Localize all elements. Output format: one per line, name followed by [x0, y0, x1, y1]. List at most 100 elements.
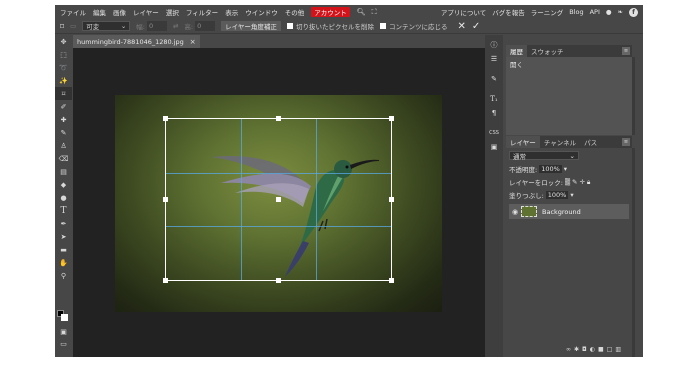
lock-transparency-icon[interactable]: ▒: [565, 178, 570, 186]
gradient-tool-icon[interactable]: ▤: [55, 165, 72, 178]
tab-paths[interactable]: パス: [580, 136, 601, 148]
crop-handle-l[interactable]: [163, 197, 168, 202]
history-scrollbar[interactable]: [632, 57, 635, 135]
menu-edit[interactable]: 編集: [93, 7, 106, 17]
swap-icon[interactable]: ⇄: [173, 22, 178, 30]
facebook-icon[interactable]: f: [629, 7, 638, 17]
menu-image[interactable]: 画像: [113, 7, 126, 17]
link-icon[interactable]: ∞: [566, 346, 571, 353]
opacity-input[interactable]: 100%: [539, 165, 562, 173]
crop-box[interactable]: [163, 116, 394, 283]
healing-tool-icon[interactable]: ✚: [55, 113, 72, 126]
height-field[interactable]: 高: 0: [184, 21, 216, 31]
properties-icon[interactable]: ☰: [485, 52, 503, 66]
tool-preset-icon[interactable]: ▭: [70, 22, 76, 30]
tab-channels[interactable]: チャンネル: [540, 136, 580, 148]
width-input[interactable]: 0: [146, 21, 167, 31]
menu-window[interactable]: ウインドウ: [245, 7, 278, 17]
stamp-tool-icon[interactable]: ♙: [55, 139, 72, 152]
lock-move-icon[interactable]: ✛: [579, 178, 584, 186]
menu-select[interactable]: 選択: [166, 7, 179, 17]
brush-tool-icon[interactable]: ✎: [55, 126, 72, 139]
paragraph-icon[interactable]: ¶: [485, 106, 503, 120]
blur-tool-icon[interactable]: ◆: [55, 178, 72, 191]
menu-file[interactable]: ファイル: [60, 7, 86, 17]
fill-input[interactable]: 100%: [545, 191, 569, 199]
css-icon[interactable]: CSS: [485, 126, 503, 140]
screen-mode-icon[interactable]: ▭: [55, 337, 72, 350]
effects-icon[interactable]: ✱: [574, 346, 579, 353]
dropdown-arrow-icon[interactable]: ▾: [564, 165, 567, 173]
checkbox-box[interactable]: [286, 23, 293, 29]
document-tab[interactable]: hummingbird-7881046_1280.jpg ×: [73, 35, 200, 48]
close-tab-icon[interactable]: ×: [190, 38, 196, 46]
zoom-tool-icon[interactable]: ⚲: [55, 269, 72, 282]
menu-filter[interactable]: フィルター: [186, 7, 218, 17]
crop-handle-b[interactable]: [276, 278, 281, 283]
account-button[interactable]: アカウント: [311, 7, 350, 17]
eraser-tool-icon[interactable]: ⌫: [55, 152, 72, 165]
pen-tool-icon[interactable]: ✒: [55, 217, 72, 230]
crop-handle-c[interactable]: [276, 197, 281, 202]
crop-handle-r[interactable]: [389, 197, 394, 202]
dodge-tool-icon[interactable]: ●: [55, 191, 72, 204]
menu-blog[interactable]: Blog: [569, 8, 583, 16]
fullscreen-icon[interactable]: ⛶: [372, 8, 377, 17]
character-icon[interactable]: T₁: [485, 92, 503, 106]
menu-learning[interactable]: ラーニング: [531, 7, 564, 17]
crop-handle-tr[interactable]: [389, 116, 394, 121]
twitter-icon[interactable]: ❧: [618, 8, 623, 16]
crop-mode-select[interactable]: 可変 ⌄: [82, 21, 131, 31]
layers-scrollbar[interactable]: [632, 148, 635, 357]
crop-handle-bl[interactable]: [163, 278, 168, 283]
trash-icon[interactable]: ▥: [615, 346, 621, 353]
move-tool-icon[interactable]: ✥: [55, 35, 72, 48]
tab-history[interactable]: 履歴: [506, 45, 527, 57]
menu-more[interactable]: その他: [285, 7, 305, 17]
content-aware-checkbox[interactable]: コンテンツに応じる: [379, 21, 447, 31]
width-field[interactable]: 幅: 0: [136, 21, 167, 31]
hand-tool-icon[interactable]: ✋: [55, 256, 72, 269]
lock-paint-icon[interactable]: ✎: [572, 178, 577, 186]
new-layer-icon[interactable]: □: [607, 346, 613, 353]
mask-icon[interactable]: ◘: [582, 346, 587, 353]
delete-cropped-checkbox[interactable]: 切り抜いたピクセルを削除: [286, 21, 374, 31]
path-select-tool-icon[interactable]: ➤: [55, 230, 72, 243]
image-icon[interactable]: ▣: [485, 140, 503, 154]
crop-handle-br[interactable]: [389, 278, 394, 283]
height-input[interactable]: 0: [195, 21, 216, 31]
crop-tool-icon[interactable]: ⌑: [60, 22, 64, 31]
blend-mode-select[interactable]: 通常 ⌄: [509, 151, 579, 161]
tab-swatches[interactable]: スウォッチ: [527, 45, 568, 57]
tab-layers[interactable]: レイヤー: [506, 136, 540, 148]
brush-settings-icon[interactable]: ✎: [485, 72, 503, 86]
shape-tool-icon[interactable]: ▬: [55, 243, 72, 256]
collapse-icon[interactable]: ≡: [622, 138, 630, 146]
reddit-icon[interactable]: ●: [606, 8, 612, 16]
info-icon[interactable]: ⓘ: [485, 38, 503, 52]
lasso-tool-icon[interactable]: ➰: [55, 61, 72, 74]
text-tool-icon[interactable]: T: [55, 204, 72, 217]
lock-all-icon[interactable]: 🔒︎: [587, 178, 590, 187]
menu-api[interactable]: API: [590, 8, 600, 16]
crop-handle-t[interactable]: [276, 116, 281, 121]
background-color-swatch[interactable]: [61, 314, 68, 321]
marquee-tool-icon[interactable]: ⬚: [55, 48, 72, 61]
eye-icon[interactable]: ◉: [509, 208, 521, 216]
menu-report-bug[interactable]: バグを報告: [492, 7, 525, 17]
collapse-icon[interactable]: ≡: [622, 47, 630, 55]
dropdown-arrow-icon[interactable]: ▾: [570, 191, 573, 199]
menu-layer[interactable]: レイヤー: [133, 7, 159, 17]
crop-handle-tl[interactable]: [163, 116, 168, 121]
menu-view[interactable]: 表示: [225, 7, 238, 17]
history-item[interactable]: 開く: [510, 59, 523, 69]
straighten-button[interactable]: レイヤー角度補正: [221, 21, 281, 31]
checkbox-box[interactable]: [379, 23, 386, 29]
search-icon[interactable]: 🔍︎: [357, 8, 366, 16]
canvas-area[interactable]: [73, 48, 485, 357]
commit-crop-icon[interactable]: ✓: [472, 21, 480, 32]
crop-tool-icon[interactable]: ⌑: [55, 87, 72, 100]
eyedropper-tool-icon[interactable]: ✐: [55, 100, 72, 113]
layer-item-background[interactable]: ◉ Background: [509, 204, 629, 219]
menu-about[interactable]: アプリについて: [441, 7, 486, 17]
